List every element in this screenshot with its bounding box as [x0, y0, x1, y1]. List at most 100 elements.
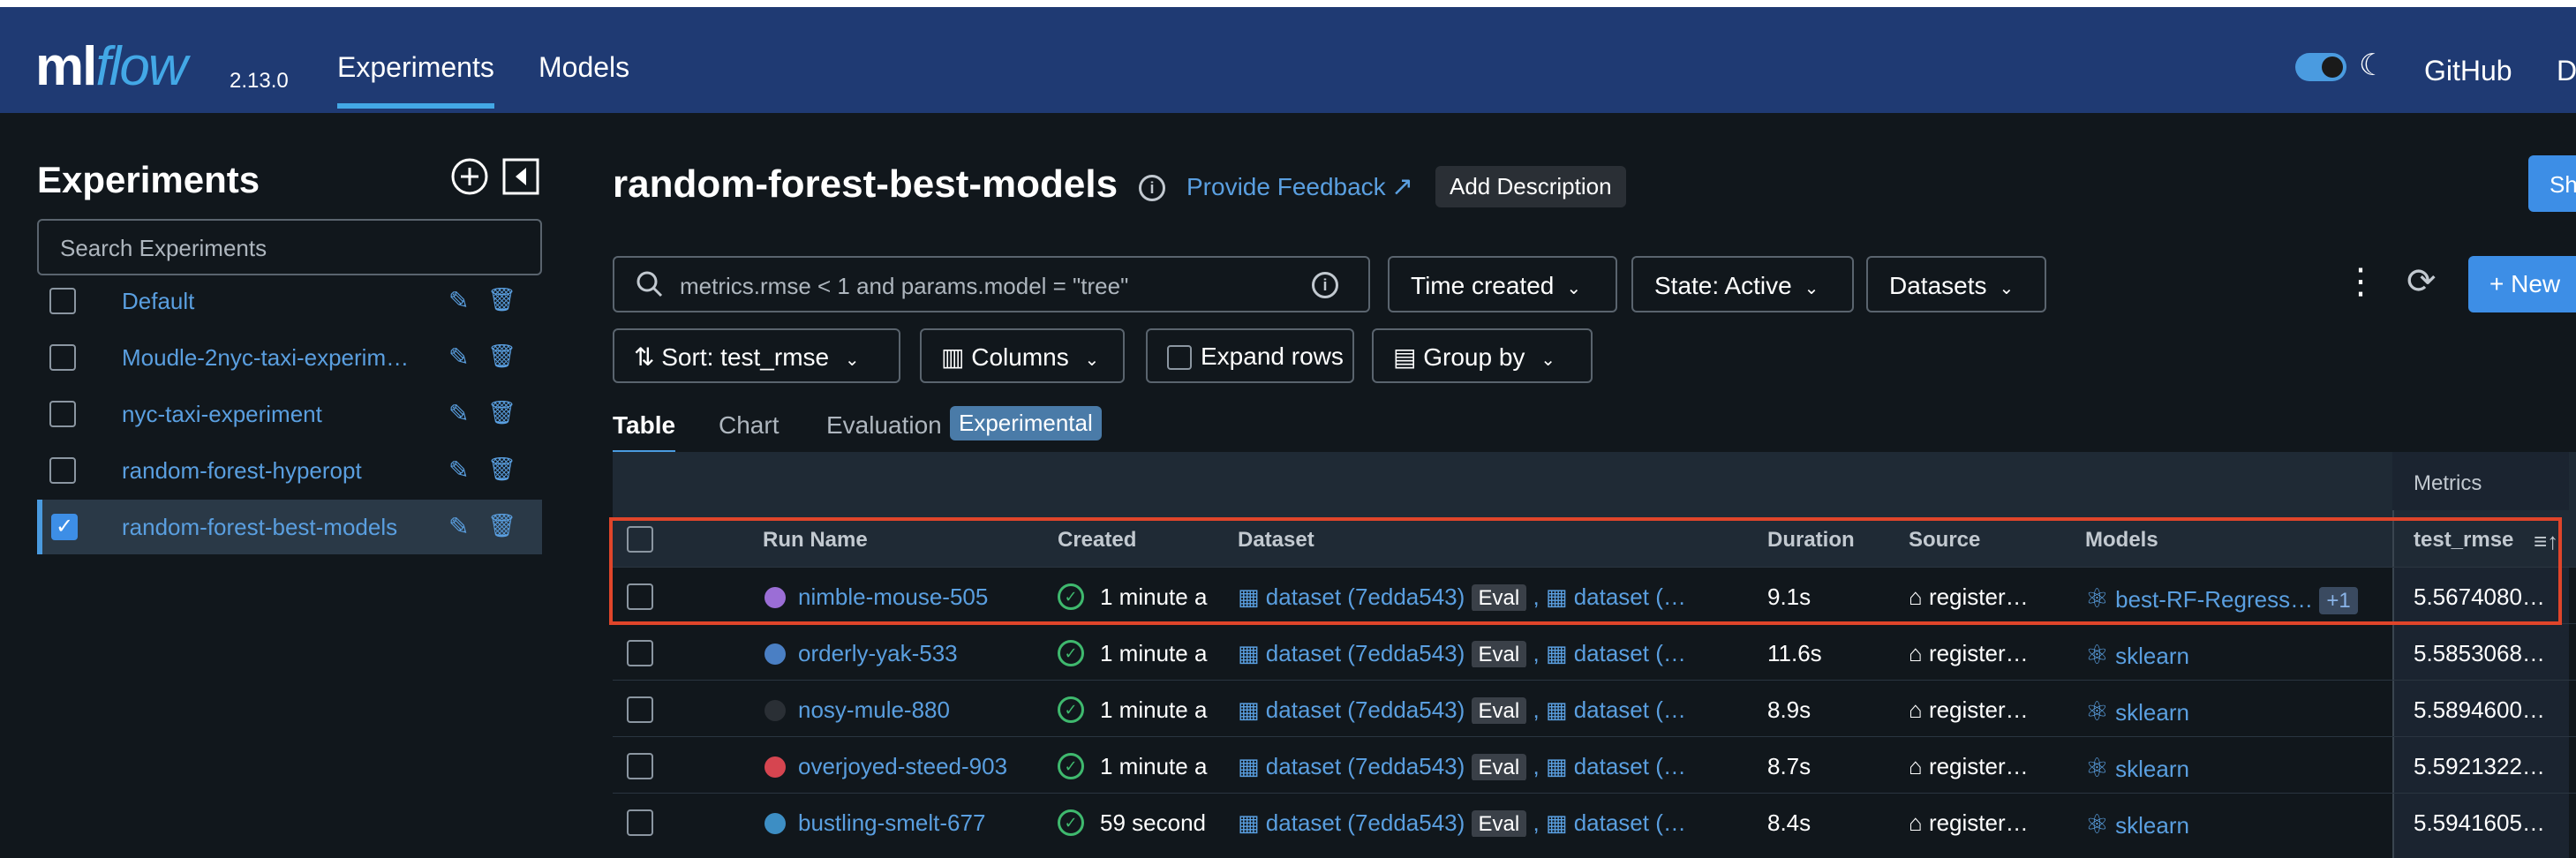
source-cell: ⌂ register… [1909, 640, 2029, 666]
sidebar-item-label[interactable]: random-forest-hyperopt [122, 457, 362, 485]
moon-icon: ☾ [2359, 49, 2386, 82]
model-graph-icon: ⚛ [2085, 810, 2109, 839]
experimental-badge: Experimental [950, 406, 1102, 440]
edit-icon[interactable]: ✎ [448, 455, 469, 485]
duration-cell: 8.7s [1767, 753, 1811, 779]
row-checkbox[interactable] [627, 809, 653, 836]
nav-experiments[interactable]: Experiments [337, 51, 494, 109]
row-checkbox[interactable] [627, 696, 653, 723]
add-experiment-icon[interactable] [450, 157, 489, 196]
edit-icon[interactable]: ✎ [448, 342, 469, 372]
status-finished-icon: ✓ [1058, 696, 1084, 723]
metric-cell: 5.5853068… [2414, 640, 2545, 666]
refresh-icon[interactable]: ⟳ [2407, 261, 2437, 302]
state-dropdown[interactable]: State: Active ⌄ [1631, 256, 1854, 312]
tab-chart[interactable]: Chart [719, 411, 779, 440]
dataset-cell[interactable]: ▦ dataset (7edda543) Eval , ▦ dataset (… [1238, 809, 1686, 837]
model-graph-icon: ⚛ [2085, 697, 2109, 726]
query-info-icon[interactable]: i [1312, 272, 1338, 298]
duration-cell: 11.6s [1767, 640, 1822, 666]
trash-icon[interactable]: 🗑 [487, 512, 516, 539]
theme-toggle[interactable] [2295, 53, 2346, 81]
dataset-cell[interactable]: ▦ dataset (7edda543) Eval , ▦ dataset (… [1238, 640, 1686, 667]
models-cell[interactable]: ⚛ sklearn [2085, 640, 2189, 671]
app-header: mlflow 2.13.0 Experiments Models ☾ GitHu… [0, 7, 2576, 113]
trash-icon[interactable]: 🗑 [487, 455, 516, 483]
sidebar-item-default[interactable]: Default ✎ 🗑 [37, 274, 542, 328]
search-query-text: metrics.rmse < 1 and params.model = "tre… [680, 273, 1129, 299]
expand-rows-toggle[interactable]: Expand rows [1146, 328, 1354, 383]
highlight-box [609, 517, 2562, 625]
model-graph-icon: ⚛ [2085, 754, 2109, 783]
docs-link[interactable]: D [2557, 55, 2576, 87]
table-row[interactable]: overjoyed-steed-903 ✓ 1 minute a ▦ datas… [613, 736, 2576, 793]
group-by-dropdown[interactable]: ▤ Group by ⌄ [1372, 328, 1593, 383]
experiment-checkbox[interactable] [49, 344, 76, 371]
created-cell: 1 minute a [1100, 696, 1208, 723]
datasets-dropdown[interactable]: Datasets ⌄ [1866, 256, 2046, 312]
nav-models[interactable]: Models [539, 51, 629, 84]
trash-icon[interactable]: 🗑 [487, 342, 516, 370]
trash-icon[interactable]: 🗑 [487, 399, 516, 426]
tab-evaluation[interactable]: Evaluation [826, 411, 942, 440]
search-experiments-input[interactable]: Search Experiments [37, 219, 542, 275]
experiment-checkbox[interactable] [49, 288, 76, 314]
time-created-dropdown[interactable]: Time created ⌄ [1388, 256, 1617, 312]
dataset-cell[interactable]: ▦ dataset (7edda543) Eval , ▦ dataset (… [1238, 696, 1686, 724]
experiment-checkbox-checked[interactable]: ✓ [51, 514, 78, 540]
sidebar-item-label[interactable]: nyc-taxi-experiment [122, 401, 322, 428]
info-icon[interactable]: i [1139, 175, 1165, 201]
row-checkbox[interactable] [627, 753, 653, 779]
table-group-header [613, 452, 2576, 510]
sidebar-item-label[interactable]: Default [122, 288, 194, 315]
run-name-link[interactable]: overjoyed-steed-903 [798, 753, 1007, 780]
metric-cell: 5.5941605… [2414, 809, 2545, 836]
run-color-dot [765, 644, 786, 665]
new-run-button[interactable]: + New [2468, 256, 2576, 312]
add-description-button[interactable]: Add Description [1435, 166, 1626, 207]
sidebar-item-rf-hyperopt[interactable]: random-forest-hyperopt ✎ 🗑 [37, 443, 542, 498]
metrics-group-header: Metrics [2414, 471, 2482, 495]
search-icon [636, 271, 663, 297]
models-cell[interactable]: ⚛ sklearn [2085, 753, 2189, 784]
experiment-checkbox[interactable] [49, 401, 76, 427]
top-strip [0, 0, 2576, 7]
tab-table[interactable]: Table [613, 411, 676, 455]
edit-icon[interactable]: ✎ [448, 399, 469, 428]
table-row[interactable]: orderly-yak-533 ✓ 1 minute a ▦ dataset (… [613, 623, 2576, 680]
run-name-link[interactable]: nosy-mule-880 [798, 696, 950, 724]
source-cell: ⌂ register… [1909, 753, 2029, 779]
sidebar-item-moudle[interactable]: Moudle-2nyc-taxi-experim… ✎ 🗑 [37, 330, 542, 385]
models-cell[interactable]: ⚛ sklearn [2085, 809, 2189, 840]
created-cell: 59 second [1100, 809, 1206, 836]
share-button[interactable]: Sh [2528, 155, 2576, 212]
more-options-icon[interactable]: ⋮ [2343, 261, 2378, 302]
sidebar-item-label[interactable]: Moudle-2nyc-taxi-experim… [122, 344, 409, 372]
status-finished-icon: ✓ [1058, 753, 1084, 779]
run-name-link[interactable]: orderly-yak-533 [798, 640, 958, 667]
provide-feedback-link[interactable]: Provide Feedback [1186, 173, 1386, 201]
search-runs-input[interactable]: metrics.rmse < 1 and params.model = "tre… [613, 256, 1370, 312]
table-row[interactable]: bustling-smelt-677 ✓ 59 second ▦ dataset… [613, 793, 2576, 849]
experiment-checkbox[interactable] [49, 457, 76, 484]
trash-icon[interactable]: 🗑 [487, 286, 516, 313]
edit-icon[interactable]: ✎ [448, 286, 469, 315]
status-finished-icon: ✓ [1058, 809, 1084, 836]
row-checkbox[interactable] [627, 640, 653, 666]
dataset-cell[interactable]: ▦ dataset (7edda543) Eval , ▦ dataset (… [1238, 753, 1686, 780]
external-link-icon[interactable]: ↗ [1391, 171, 1413, 202]
edit-icon[interactable]: ✎ [448, 512, 469, 541]
models-cell[interactable]: ⚛ sklearn [2085, 696, 2189, 727]
table-row[interactable]: nosy-mule-880 ✓ 1 minute a ▦ dataset (7e… [613, 680, 2576, 736]
sort-dropdown[interactable]: ⇅ Sort: test_rmse ⌄ [613, 328, 900, 383]
sidebar-item-label[interactable]: random-forest-best-models [122, 514, 397, 541]
collapse-sidebar-icon[interactable] [501, 157, 540, 196]
sidebar-item-nyc-taxi[interactable]: nyc-taxi-experiment ✎ 🗑 [37, 387, 542, 441]
columns-dropdown[interactable]: ▥ Columns ⌄ [920, 328, 1125, 383]
source-cell: ⌂ register… [1909, 696, 2029, 723]
mlflow-logo[interactable]: mlflow [35, 35, 188, 98]
run-name-link[interactable]: bustling-smelt-677 [798, 809, 985, 837]
sidebar-item-rf-best-models[interactable]: ✓ random-forest-best-models ✎ 🗑 [37, 500, 542, 554]
metric-cell: 5.5921322… [2414, 753, 2545, 779]
github-link[interactable]: GitHub [2424, 55, 2512, 87]
